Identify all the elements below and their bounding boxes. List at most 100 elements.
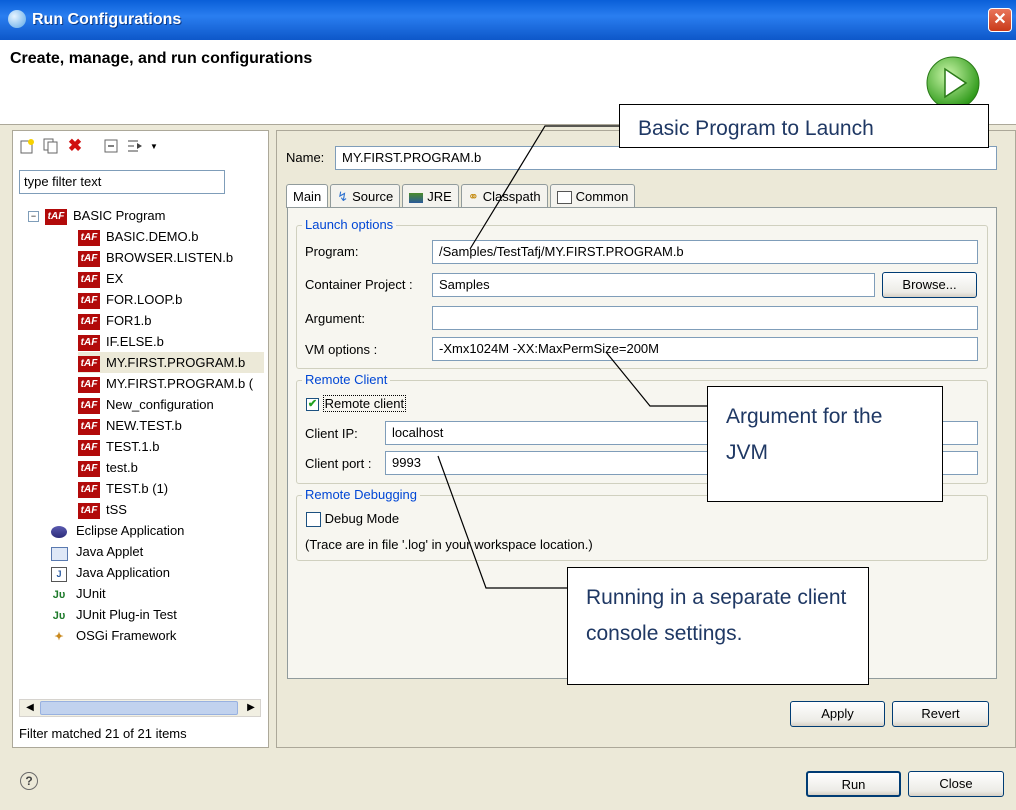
- remote-client-label: Remote Client: [302, 372, 391, 387]
- tree-item-label: FOR1.b: [106, 313, 152, 328]
- collapse-toggle-icon[interactable]: −: [28, 211, 39, 223]
- tree-item-category[interactable]: Eclipse Application: [50, 520, 264, 541]
- tab-jre[interactable]: JRE: [402, 184, 459, 208]
- name-label: Name:: [286, 150, 325, 165]
- tree-item-label: TEST.b (1): [106, 481, 169, 496]
- launch-options-label: Launch options: [302, 217, 397, 232]
- tree-item-category[interactable]: J Java Application: [50, 562, 264, 583]
- title-bar: Run Configurations: [0, 0, 1016, 40]
- apply-button[interactable]: Apply: [790, 701, 885, 727]
- tree-item-program[interactable]: tAF EX: [78, 268, 264, 289]
- tree-item-program[interactable]: tAF IF.ELSE.b: [78, 331, 264, 352]
- run-button[interactable]: Run: [806, 771, 901, 797]
- taf-icon: tAF: [78, 439, 100, 456]
- collapse-all-icon[interactable]: [102, 137, 120, 155]
- java-application-icon: J: [50, 566, 68, 582]
- tree-item-program[interactable]: tAF BROWSER.LISTEN.b: [78, 247, 264, 268]
- name-input[interactable]: MY.FIRST.PROGRAM.b: [335, 146, 997, 170]
- source-icon: ↯: [337, 189, 349, 204]
- scroll-thumb[interactable]: [40, 701, 238, 715]
- chevron-down-icon[interactable]: ▼: [150, 142, 158, 151]
- argument-input[interactable]: [432, 306, 978, 330]
- tree-item-label: BASIC.DEMO.b: [106, 229, 199, 244]
- app-icon: [8, 10, 26, 28]
- scroll-left-icon[interactable]: ◀: [21, 700, 39, 716]
- java-applet-icon: [50, 545, 68, 561]
- argument-label: Argument:: [305, 311, 365, 326]
- scroll-right-icon[interactable]: ▶: [242, 700, 260, 716]
- jre-icon: [409, 192, 424, 203]
- tree-item-program[interactable]: tAF FOR.LOOP.b: [78, 289, 264, 310]
- program-input[interactable]: /Samples/TestTafj/MY.FIRST.PROGRAM.b: [432, 240, 978, 264]
- tab-main[interactable]: Main: [286, 184, 329, 208]
- tree-item-program[interactable]: tAF NEW.TEST.b: [78, 415, 264, 436]
- tree-item-label: EX: [106, 271, 124, 286]
- taf-icon: tAF: [78, 355, 100, 372]
- tree-item-label: MY.FIRST.PROGRAM.b (: [106, 376, 254, 391]
- tree-item-label: IF.ELSE.b: [106, 334, 164, 349]
- tree-item-program[interactable]: tAF TEST.1.b: [78, 436, 264, 457]
- tree-node-label: BASIC Program: [73, 208, 166, 223]
- tab-bar: Main ↯ Source JRE ⚭ Classpath Common: [286, 184, 636, 208]
- callout-client: Running in a separate client console set…: [567, 567, 869, 685]
- tree-item-label: JUnit: [76, 586, 106, 601]
- tree-item-program[interactable]: tAF MY.FIRST.PROGRAM.b: [78, 352, 264, 373]
- tab-classpath[interactable]: ⚭ Classpath: [460, 184, 548, 208]
- configuration-tree: − tAF BASIC Program tAF BASIC.DEMO.b tAF BROW…: [28, 205, 264, 646]
- tree-item-category[interactable]: ✦ OSGi Framework: [50, 625, 264, 646]
- tab-source[interactable]: ↯ Source: [330, 184, 401, 208]
- taf-icon: tAF: [45, 208, 67, 225]
- tree-item-program[interactable]: tAF TEST.b (1): [78, 478, 264, 499]
- tree-item-category[interactable]: Jᴜ JUnit Plug-in Test: [50, 604, 264, 625]
- horizontal-scrollbar[interactable]: ◀ ▶: [19, 699, 261, 717]
- callout-program: Basic Program to Launch: [619, 104, 989, 148]
- junit-plugin-icon: Jᴜ: [52, 609, 66, 622]
- remote-client-checkbox[interactable]: ✔ Remote client: [306, 395, 407, 412]
- browse-button[interactable]: Browse...: [882, 272, 977, 298]
- close-button[interactable]: Close: [908, 771, 1004, 797]
- category-list: Eclipse Application Java Applet J Java Appl…: [28, 520, 264, 646]
- classpath-icon: ⚭: [467, 189, 479, 204]
- window-title: Run Configurations: [32, 11, 182, 28]
- container-project-input[interactable]: Samples: [432, 273, 875, 297]
- tree-item-label: test.b: [106, 460, 138, 475]
- filter-input[interactable]: type filter text: [19, 170, 225, 194]
- tree-item-category[interactable]: Jᴜ JUnit: [50, 583, 264, 604]
- vm-options-input[interactable]: -Xmx1024M -XX:MaxPermSize=200M: [432, 337, 978, 361]
- tree-item-label: NEW.TEST.b: [106, 418, 182, 433]
- client-port-label: Client port :: [305, 456, 372, 471]
- tree-item-label: MY.FIRST.PROGRAM.b: [106, 355, 246, 370]
- taf-icon: tAF: [78, 376, 100, 393]
- taf-icon: tAF: [78, 292, 100, 309]
- junit-icon: Jᴜ: [52, 588, 66, 601]
- tree-item-program[interactable]: tAF MY.FIRST.PROGRAM.b (: [78, 373, 264, 394]
- new-config-icon[interactable]: [18, 137, 36, 155]
- taf-icon: tAF: [78, 418, 100, 435]
- debug-mode-checkbox[interactable]: Debug Mode: [306, 511, 399, 528]
- taf-icon: tAF: [78, 481, 100, 498]
- help-icon[interactable]: ?: [20, 772, 38, 790]
- filter-menu-icon[interactable]: [126, 137, 144, 155]
- taf-icon: tAF: [78, 397, 100, 414]
- tree-item-program[interactable]: tAF BASIC.DEMO.b: [78, 226, 264, 247]
- tree-node-basic-program[interactable]: − tAF BASIC Program: [28, 205, 264, 226]
- tree-item-label: FOR.LOOP.b: [106, 292, 183, 307]
- tree-item-program[interactable]: tAF New_configuration: [78, 394, 264, 415]
- tree-item-program[interactable]: tAF test.b: [78, 457, 264, 478]
- revert-button[interactable]: Revert: [892, 701, 989, 727]
- tree-item-program[interactable]: tAF tSS: [78, 499, 264, 520]
- tree-item-program[interactable]: tAF FOR1.b: [78, 310, 264, 331]
- callout-jvm: Argument for the JVM: [707, 386, 943, 502]
- checkmark-icon: ✔: [306, 398, 319, 412]
- dialog-heading: Create, manage, and run configurations: [10, 50, 313, 67]
- delete-config-icon[interactable]: ✖: [66, 136, 84, 155]
- tree-item-label: Eclipse Application: [76, 523, 185, 538]
- tree-item-label: BROWSER.LISTEN.b: [106, 250, 234, 265]
- duplicate-config-icon[interactable]: [42, 137, 60, 155]
- tree-item-label: Java Application: [76, 565, 170, 580]
- trace-note: (Trace are in file '.log' in your worksp…: [305, 537, 593, 552]
- tab-common[interactable]: Common: [549, 184, 636, 208]
- window-close-button[interactable]: ✕: [988, 8, 1012, 32]
- taf-icon: tAF: [78, 313, 100, 330]
- tree-item-category[interactable]: Java Applet: [50, 541, 264, 562]
